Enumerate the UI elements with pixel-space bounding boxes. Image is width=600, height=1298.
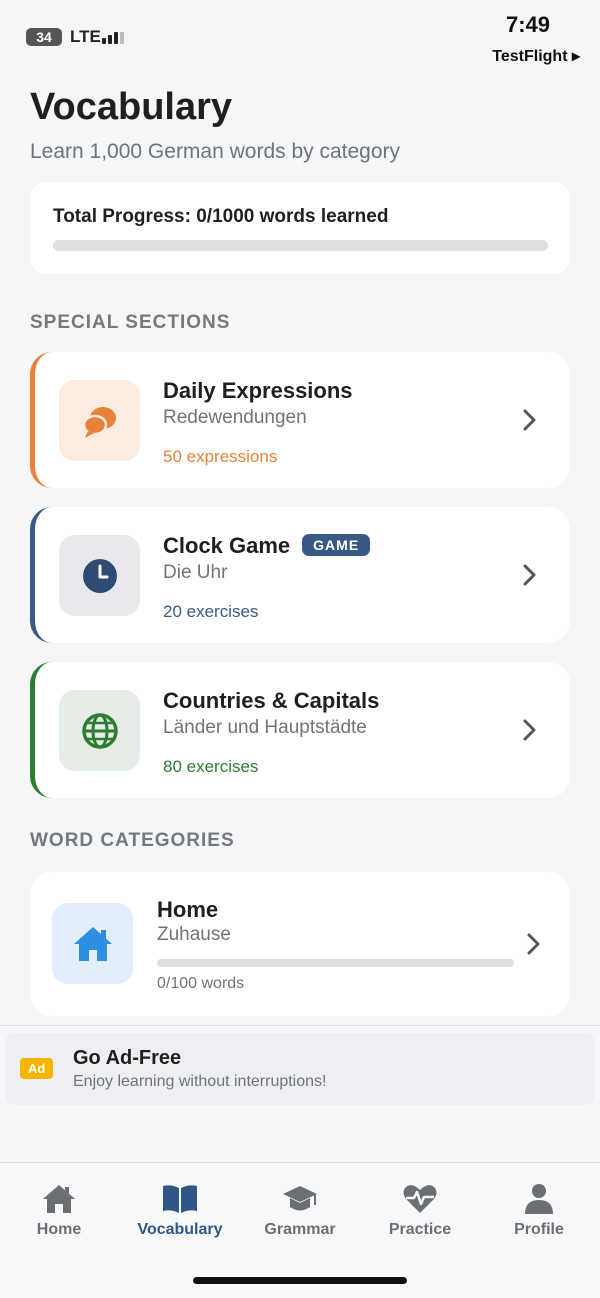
daily-expressions-card[interactable]: Daily Expressions Redewendungen 50 expre…	[30, 352, 570, 488]
signal-icon	[102, 30, 124, 44]
total-progress-bar	[53, 240, 548, 251]
globe-icon	[59, 690, 140, 771]
card-subtitle: Die Uhr	[163, 562, 228, 583]
card-title: Countries & Capitals	[163, 688, 380, 713]
tab-label: Grammar	[264, 1221, 336, 1238]
battery-indicator: 34	[26, 28, 62, 46]
category-title: Home	[157, 897, 219, 922]
total-progress-card: Total Progress: 0/1000 words learned	[30, 182, 570, 274]
chevron-right-icon	[523, 409, 536, 431]
card-count: 20 exercises	[163, 602, 259, 621]
page-title: Vocabulary	[30, 86, 233, 128]
person-icon	[525, 1184, 553, 1214]
card-subtitle: Länder und Hauptstädte	[163, 717, 367, 738]
heart-pulse-icon	[403, 1185, 437, 1213]
game-badge: GAME	[302, 534, 371, 556]
page-subtitle: Learn 1,000 German words by category	[30, 140, 401, 163]
graduation-cap-icon	[283, 1186, 317, 1211]
tab-grammar[interactable]: Grammar	[245, 1183, 355, 1239]
clock-icon	[59, 535, 140, 616]
status-bar: 34 LTE 7:49 TestFlight ▸	[0, 0, 600, 70]
category-count: 0/100 words	[157, 975, 245, 992]
speech-bubbles-icon	[59, 380, 140, 461]
card-subtitle: Redewendungen	[163, 407, 307, 428]
card-title: Clock Game GAME	[163, 533, 371, 559]
ad-title: Go Ad-Free	[73, 1047, 182, 1069]
card-count: 80 exercises	[163, 757, 259, 776]
ad-banner[interactable]: Ad Go Ad-Free Enjoy learning without int…	[6, 1033, 594, 1105]
chevron-right-icon	[523, 564, 536, 586]
category-subtitle: Zuhause	[157, 924, 231, 945]
chevron-right-icon	[527, 933, 540, 955]
network-type: LTE	[70, 27, 101, 46]
word-categories-title: WORD CATEGORIES	[30, 830, 235, 851]
special-sections-title: SPECIAL SECTIONS	[30, 312, 231, 333]
category-card-home[interactable]: Home Zuhause 0/100 words	[30, 872, 570, 1016]
ad-badge: Ad	[20, 1058, 54, 1079]
tab-label: Practice	[388, 1221, 452, 1238]
home-indicator	[193, 1277, 407, 1284]
tab-vocabulary[interactable]: Vocabulary	[125, 1183, 235, 1239]
total-progress-label: Total Progress: 0/1000 words learned	[53, 206, 389, 227]
card-title-text: Clock Game	[163, 533, 291, 558]
clock: 7:49	[505, 12, 550, 37]
tab-profile[interactable]: Profile	[484, 1183, 594, 1239]
category-progress-bar	[157, 959, 514, 967]
card-title: Daily Expressions	[163, 378, 353, 403]
home-icon	[43, 1185, 75, 1213]
tab-label: Home	[36, 1221, 82, 1238]
book-icon	[163, 1185, 197, 1213]
chevron-right-icon	[523, 719, 536, 741]
house-icon	[52, 903, 133, 984]
divider	[0, 1025, 600, 1026]
tab-practice[interactable]: Practice	[365, 1183, 475, 1239]
tab-home[interactable]: Home	[4, 1183, 114, 1239]
clock-game-card[interactable]: Clock Game GAME Die Uhr 20 exercises	[30, 507, 570, 643]
tab-label: Profile	[514, 1221, 564, 1238]
tab-label: Vocabulary	[137, 1221, 223, 1238]
ad-subtitle: Enjoy learning without interruptions!	[73, 1073, 327, 1090]
card-count: 50 expressions	[163, 447, 278, 466]
back-to-app-link[interactable]: TestFlight ▸	[492, 46, 580, 66]
battery-level: 34	[26, 28, 62, 46]
countries-capitals-card[interactable]: Countries & Capitals Länder und Hauptstä…	[30, 662, 570, 798]
